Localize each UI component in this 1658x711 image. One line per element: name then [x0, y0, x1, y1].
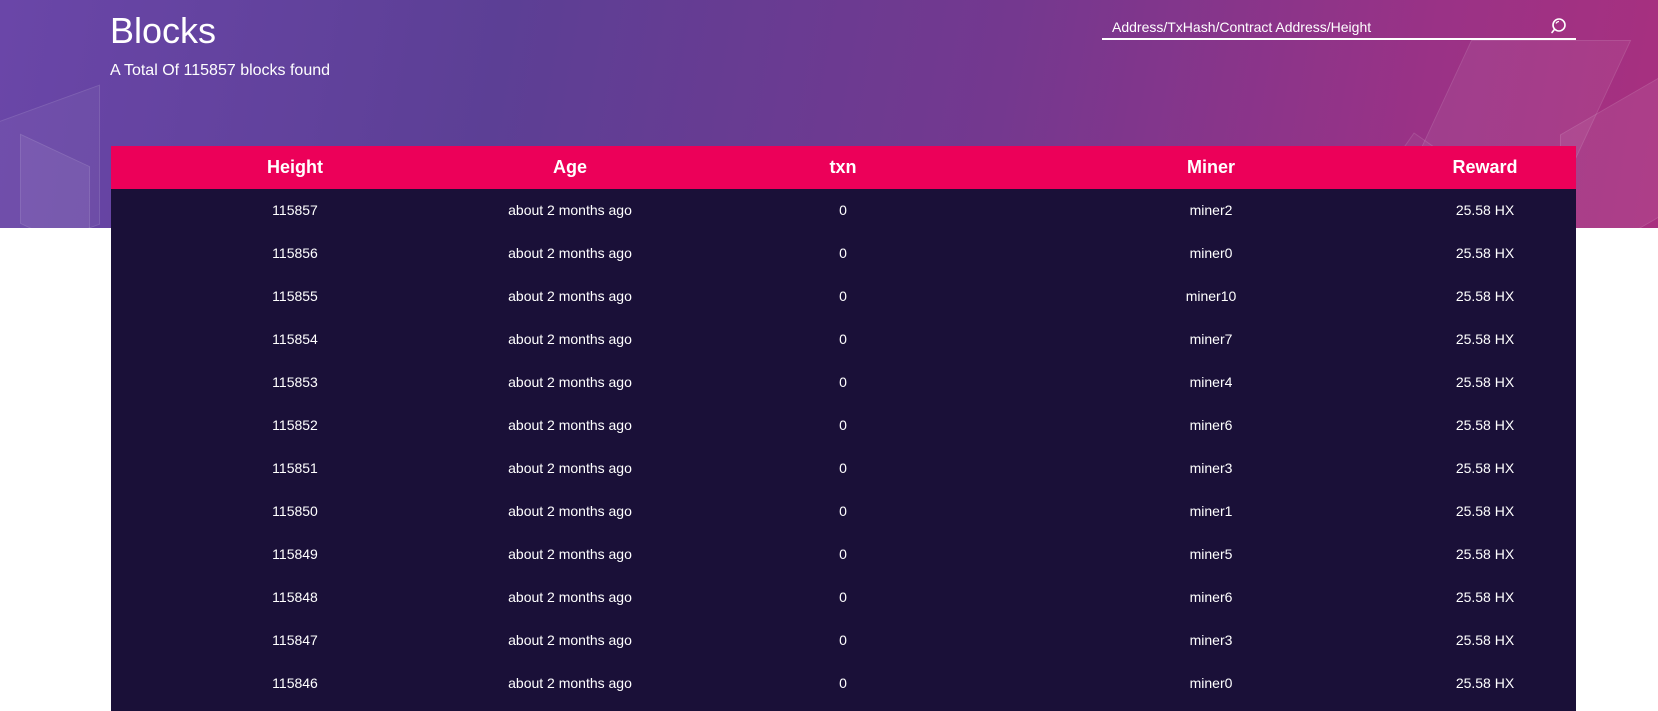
block-reward: 25.58 HX	[1455, 632, 1515, 648]
block-txn-count: 0	[839, 546, 847, 562]
column-header-height: Height	[267, 157, 323, 177]
block-age: about 2 months ago	[508, 417, 632, 433]
block-txn-count: 0	[839, 202, 847, 218]
table-row[interactable]: 115851 about 2 months ago 0 miner3 25.58 HX	[111, 447, 1576, 490]
block-miner-link[interactable]: miner5	[1190, 533, 1233, 576]
table-body: 115857 about 2 months ago 0 miner2 25.58 HX 1…	[111, 189, 1576, 705]
block-height-link[interactable]: 115853	[272, 361, 318, 404]
block-miner-link[interactable]: miner6	[1190, 404, 1233, 447]
table-row[interactable]: 115856 about 2 months ago 0 miner0 25.58 HX	[111, 232, 1576, 275]
block-reward: 25.58 HX	[1455, 374, 1515, 390]
block-miner-link[interactable]: miner6	[1190, 576, 1233, 619]
block-height-link[interactable]: 115856	[272, 232, 318, 275]
blocks-table: Height Age txn Miner Reward 115857 about …	[111, 146, 1576, 711]
search-icon[interactable]	[1550, 17, 1568, 35]
block-txn-count: 0	[839, 460, 847, 476]
block-miner-link[interactable]: miner3	[1190, 619, 1233, 662]
block-miner-link[interactable]: miner1	[1190, 490, 1233, 533]
block-txn-count: 0	[839, 374, 847, 390]
block-height-link[interactable]: 115852	[272, 404, 318, 447]
subtitle-prefix: A Total Of	[110, 62, 180, 79]
block-txn-count: 0	[839, 503, 847, 519]
table-row[interactable]: 115857 about 2 months ago 0 miner2 25.58 HX	[111, 189, 1576, 232]
block-reward: 25.58 HX	[1455, 675, 1515, 691]
block-age: about 2 months ago	[508, 546, 632, 562]
search-input[interactable]	[1112, 16, 1532, 38]
block-miner-link[interactable]: miner10	[1186, 275, 1237, 318]
block-age: about 2 months ago	[508, 589, 632, 605]
block-reward: 25.58 HX	[1455, 546, 1515, 562]
page-title: Blocks	[110, 10, 217, 51]
block-height-link[interactable]: 115847	[272, 619, 318, 662]
subtitle-suffix: blocks found	[240, 62, 331, 79]
block-height-link[interactable]: 115855	[272, 275, 318, 318]
block-reward: 25.58 HX	[1455, 417, 1515, 433]
column-header-miner: Miner	[1186, 157, 1236, 177]
block-miner-link[interactable]: miner7	[1190, 318, 1233, 361]
block-reward: 25.58 HX	[1455, 589, 1515, 605]
table-row[interactable]: 115854 about 2 months ago 0 miner7 25.58 HX	[111, 318, 1576, 361]
table-row[interactable]: 115848 about 2 months ago 0 miner6 25.58 HX	[111, 576, 1576, 619]
block-miner-link[interactable]: miner0	[1190, 232, 1233, 275]
block-age: about 2 months ago	[508, 245, 632, 261]
block-reward: 25.58 HX	[1455, 245, 1515, 261]
block-txn-count: 0	[839, 331, 847, 347]
block-miner-link[interactable]: miner4	[1190, 361, 1233, 404]
block-miner-link[interactable]: miner3	[1190, 447, 1233, 490]
block-miner-link[interactable]: miner0	[1190, 662, 1233, 705]
table-row[interactable]: 115853 about 2 months ago 0 miner4 25.58 HX	[111, 361, 1576, 404]
block-age: about 2 months ago	[508, 331, 632, 347]
block-txn-count: 0	[839, 417, 847, 433]
block-age: about 2 months ago	[508, 202, 632, 218]
search-bar	[1102, 14, 1576, 40]
block-height-link[interactable]: 115848	[272, 576, 318, 619]
block-age: about 2 months ago	[508, 288, 632, 304]
table-header: Height Age txn Miner Reward	[111, 146, 1576, 189]
column-header-reward: Reward	[1452, 157, 1518, 177]
block-age: about 2 months ago	[508, 460, 632, 476]
block-reward: 25.58 HX	[1455, 331, 1515, 347]
block-age: about 2 months ago	[508, 374, 632, 390]
table-row[interactable]: 115847 about 2 months ago 0 miner3 25.58 HX	[111, 619, 1576, 662]
total-blocks-count: 115857	[183, 62, 236, 79]
block-height-link[interactable]: 115850	[272, 490, 318, 533]
block-txn-count: 0	[839, 632, 847, 648]
block-txn-count: 0	[839, 589, 847, 605]
block-miner-link[interactable]: miner2	[1190, 189, 1233, 232]
table-row[interactable]: 115852 about 2 months ago 0 miner6 25.58 HX	[111, 404, 1576, 447]
column-header-age: Age	[552, 157, 588, 177]
block-count-summary: A Total Of 115857 blocks found	[110, 62, 330, 80]
block-height-link[interactable]: 115857	[272, 189, 318, 232]
block-reward: 25.58 HX	[1455, 202, 1515, 218]
block-height-link[interactable]: 115849	[272, 533, 318, 576]
block-height-link[interactable]: 115854	[272, 318, 318, 361]
table-row[interactable]: 115855 about 2 months ago 0 miner10 25.58 HX	[111, 275, 1576, 318]
block-txn-count: 0	[839, 675, 847, 691]
block-age: about 2 months ago	[508, 632, 632, 648]
block-age: about 2 months ago	[508, 675, 632, 691]
block-height-link[interactable]: 115846	[272, 662, 318, 705]
table-row[interactable]: 115850 about 2 months ago 0 miner1 25.58 HX	[111, 490, 1576, 533]
block-reward: 25.58 HX	[1455, 288, 1515, 304]
block-age: about 2 months ago	[508, 503, 632, 519]
column-header-txn: txn	[829, 157, 857, 177]
block-height-link[interactable]: 115851	[272, 447, 318, 490]
block-reward: 25.58 HX	[1455, 503, 1515, 519]
table-row[interactable]: 115846 about 2 months ago 0 miner0 25.58 HX	[111, 662, 1576, 705]
block-reward: 25.58 HX	[1455, 460, 1515, 476]
table-row[interactable]: 115849 about 2 months ago 0 miner5 25.58 HX	[111, 533, 1576, 576]
block-txn-count: 0	[839, 288, 847, 304]
block-txn-count: 0	[839, 245, 847, 261]
